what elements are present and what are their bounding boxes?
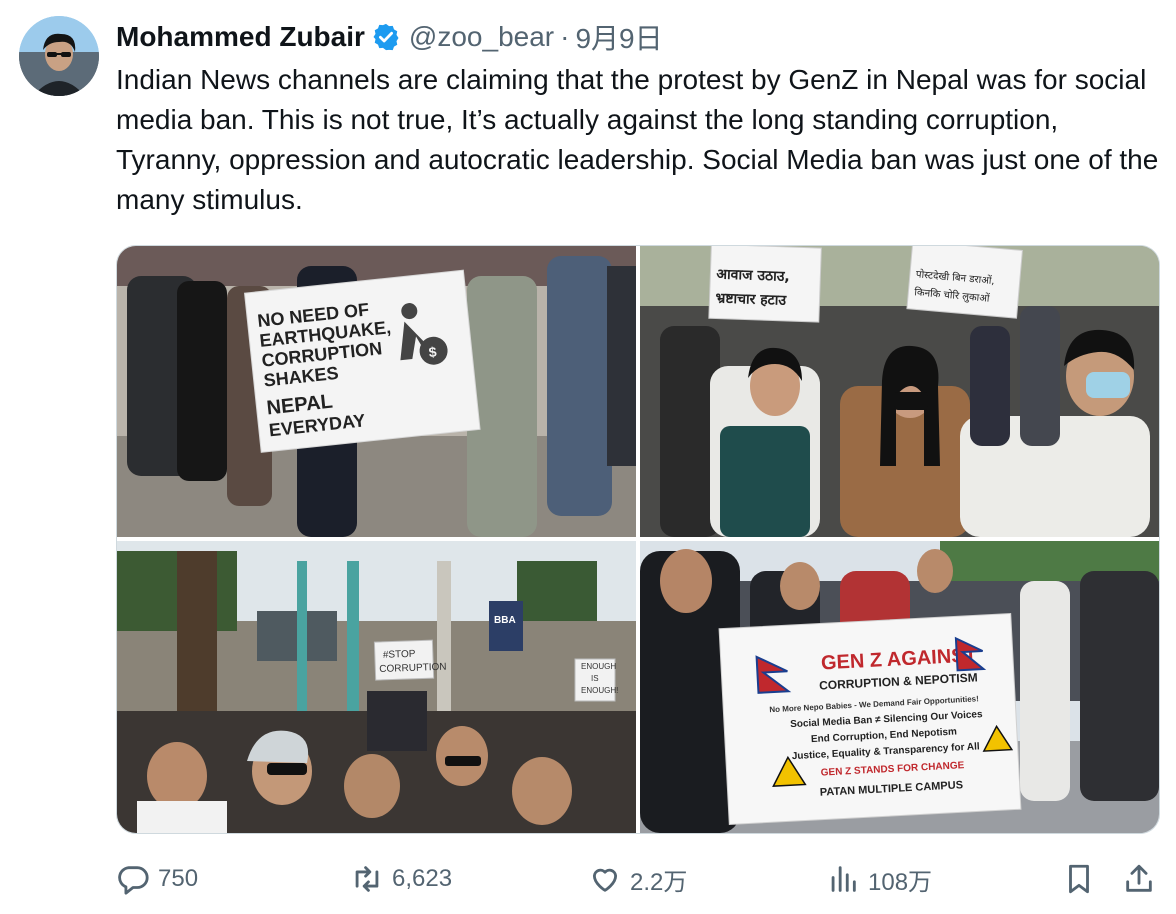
- action-bar: 750 6,623 2.2万 108万: [116, 856, 1160, 902]
- views-count: 108万: [868, 868, 933, 896]
- tweet: Mohammed Zubair @zoo_bear · 9月9日 Indian …: [0, 0, 1176, 914]
- bookmark-button[interactable]: [1062, 856, 1096, 902]
- share-button[interactable]: [1122, 856, 1156, 902]
- retweet-icon: [355, 866, 379, 892]
- photo-4[interactable]: GEN Z AGAINST CORRUPTION & NEPOTISM No M…: [640, 541, 1159, 833]
- verified-badge-icon: [373, 23, 399, 51]
- views-button[interactable]: 108万: [826, 856, 932, 902]
- photo-2-sign-left-line-2: भ्रष्टाचार हटाउ: [715, 290, 787, 308]
- author-name[interactable]: Mohammed Zubair: [116, 21, 365, 53]
- retweet-button[interactable]: 6,623: [350, 856, 452, 902]
- tweet-header: Mohammed Zubair @zoo_bear · 9月9日: [116, 16, 663, 58]
- retweet-count: 6,623: [392, 865, 453, 892]
- photo-1-image: NO NEED OF EARTHQUAKE, CORRUPTION SHAKES…: [117, 246, 636, 537]
- bookmark-icon: [1069, 864, 1089, 894]
- photo-3-sign-left-line-2: CORRUPTION: [379, 662, 447, 675]
- avatar-image: [19, 16, 99, 96]
- media-grid: NO NEED OF EARTHQUAKE, CORRUPTION SHAKES…: [116, 245, 1160, 834]
- author-handle[interactable]: @zoo_bear: [409, 21, 554, 53]
- photo-3[interactable]: #STOP CORRUPTION ENOUGH IS ENOUGH! BBA: [117, 541, 636, 833]
- photo-3-sign-right-line-2: IS: [591, 674, 599, 683]
- views-icon: [831, 866, 856, 892]
- photo-3-sign-right-line-1: ENOUGH: [581, 662, 616, 671]
- reply-icon: [118, 866, 149, 895]
- header-separator: ·: [560, 21, 570, 52]
- like-button[interactable]: 2.2万: [588, 856, 687, 902]
- like-count: 2.2万: [630, 868, 688, 896]
- photo-3-store-sign: BBA: [494, 615, 516, 626]
- heart-icon: [592, 868, 618, 892]
- photo-2-sign-left-line-1: आवाज उठाउ,: [716, 266, 790, 285]
- photo-3-sign-right-line-3: ENOUGH!: [581, 686, 618, 695]
- photo-3-sign-left-line-1: #STOP: [383, 649, 416, 661]
- reply-count: 750: [158, 865, 199, 892]
- photo-1[interactable]: NO NEED OF EARTHQUAKE, CORRUPTION SHAKES…: [117, 246, 636, 537]
- share-icon: [1126, 864, 1152, 892]
- reply-button[interactable]: 750: [116, 856, 198, 902]
- tweet-text: Indian News channels are claiming that t…: [116, 64, 1159, 215]
- photo-3-image: #STOP CORRUPTION ENOUGH IS ENOUGH! BBA: [117, 541, 636, 833]
- avatar[interactable]: [19, 16, 99, 96]
- photo-2-image: आवाज उठाउ, भ्रष्टाचार हटाउ पोस्टदेखी बिन…: [640, 246, 1159, 537]
- photo-2[interactable]: आवाज उठाउ, भ्रष्टाचार हटाउ पोस्टदेखी बिन…: [640, 246, 1159, 537]
- tweet-date[interactable]: 9月9日: [575, 17, 662, 57]
- photo-4-image: GEN Z AGAINST CORRUPTION & NEPOTISM No M…: [640, 541, 1159, 833]
